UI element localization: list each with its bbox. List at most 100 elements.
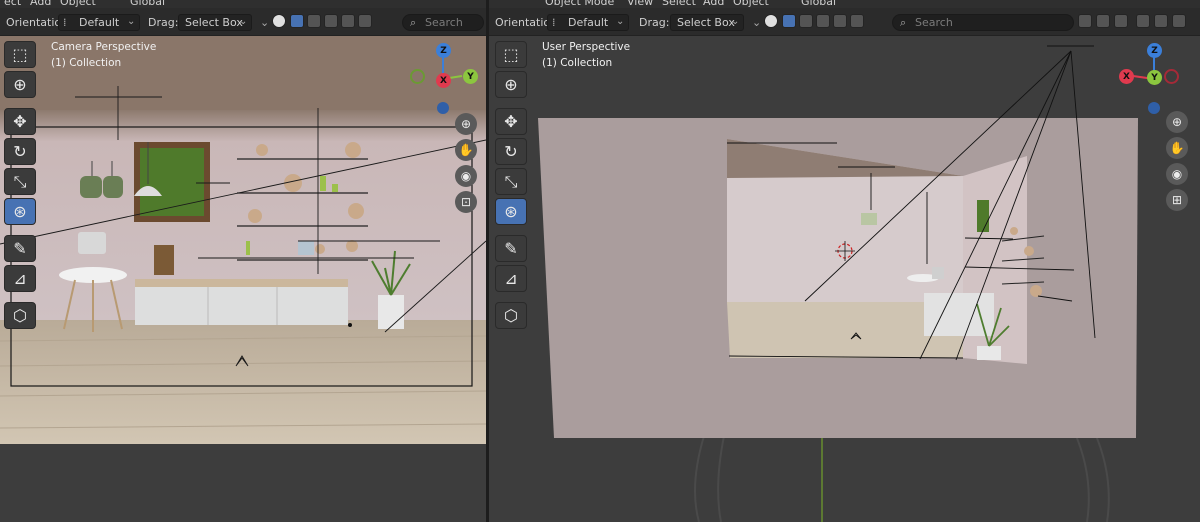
restrict-toggle-icon[interactable] <box>1154 14 1168 28</box>
camera-viewport[interactable]: Camera Perspective (1) Collection ⬚ ⊕ ✥ … <box>0 36 486 522</box>
transform-orientation-dropdown[interactable]: Global <box>801 0 836 8</box>
tool-settings-bar: Orientation: ⁞ Default ⌄ Drag: Select Bo… <box>489 8 1200 36</box>
viewport-collection-label: (1) Collection <box>542 57 613 69</box>
zoom-icon[interactable]: ⊕ <box>455 113 477 135</box>
measure-icon[interactable]: ⊿ <box>4 265 36 292</box>
viewport-title: Camera Perspective <box>51 41 157 53</box>
navigation-gizmo[interactable]: Z X Y <box>1119 42 1179 122</box>
annotate-icon[interactable]: ✎ <box>4 235 36 262</box>
camera-view-icon[interactable]: ◉ <box>1166 163 1188 185</box>
select-menu[interactable]: Select <box>662 0 696 8</box>
orientation-dropdown[interactable]: ⁞ Default ⌄ <box>58 14 140 31</box>
shield-icon[interactable] <box>1172 14 1186 28</box>
select-mode-subtract-icon[interactable] <box>324 14 338 28</box>
transform-icon[interactable]: ⊛ <box>4 198 36 225</box>
camera-view-icon[interactable]: ◉ <box>455 165 477 187</box>
gizmo-y-axis[interactable]: Y <box>1147 70 1162 85</box>
gizmo-neg-x-axis[interactable] <box>1164 69 1179 84</box>
transform-orientation-dropdown[interactable]: Global <box>130 0 165 8</box>
zoom-icon[interactable]: ⊕ <box>1166 111 1188 133</box>
header-bar: ect Add Object Global <box>0 0 486 8</box>
arrow-icon[interactable] <box>1114 14 1128 28</box>
add-menu[interactable]: Add <box>30 0 51 8</box>
gizmo-toggle-icon[interactable] <box>272 14 286 28</box>
measure-icon[interactable]: ⊿ <box>495 265 527 292</box>
viewport-collection-label: (1) Collection <box>51 57 122 69</box>
rotate-icon[interactable]: ↻ <box>495 138 527 165</box>
search-icon: ⌕ <box>410 16 417 29</box>
search-input[interactable]: ⌕ Search <box>402 14 484 31</box>
tool-shelf: ⬚ ⊕ ✥ ↻ ⤡ ⊛ ✎ ⊿ ⬡ <box>4 41 36 329</box>
select-mode-invert-icon[interactable] <box>341 14 355 28</box>
select-box-icon[interactable]: ⬚ <box>495 41 527 68</box>
select-mode-new-icon[interactable] <box>782 14 796 28</box>
mode-dropdown[interactable]: Object Mode <box>545 0 614 8</box>
search-placeholder: Search <box>915 16 953 29</box>
filter-icon[interactable] <box>1136 14 1150 28</box>
add-cube-icon[interactable]: ⬡ <box>495 302 527 329</box>
select-menu[interactable]: ect <box>4 0 21 8</box>
select-mode-new-icon[interactable] <box>290 14 304 28</box>
orientation-value: Default <box>568 16 609 29</box>
tool-shelf: ⬚ ⊕ ✥ ↻ ⤡ ⊛ ✎ ⊿ ⬡ <box>495 41 527 329</box>
chevron-down-icon: ⌄ <box>731 16 740 27</box>
user-perspective-viewport[interactable]: User Perspective (1) Collection ⬚ ⊕ ✥ ↻ … <box>489 36 1200 522</box>
move-icon[interactable]: ✥ <box>4 108 36 135</box>
gizmo-neg-z-axis[interactable] <box>437 102 449 114</box>
pan-hand-icon[interactable]: ✋ <box>455 139 477 161</box>
right-3d-viewport-editor: Object Mode View Select Add Object Globa… <box>489 0 1200 522</box>
orientation-axes-icon: ⁞ <box>63 16 67 29</box>
chevron-down-icon[interactable]: ⌄ <box>752 16 761 29</box>
gizmo-y-axis[interactable]: Y <box>463 69 478 84</box>
select-mode-invert-icon[interactable] <box>833 14 847 28</box>
select-box-icon[interactable]: ⬚ <box>4 41 36 68</box>
gizmo-toggle-icon[interactable] <box>764 14 778 28</box>
add-cube-icon[interactable]: ⬡ <box>4 302 36 329</box>
drag-value: Select Box <box>677 16 735 29</box>
drag-dropdown[interactable]: Select Box ⌄ <box>670 14 744 31</box>
grid-toggle-icon[interactable]: ⊞ <box>1166 189 1188 211</box>
select-mode-intersect-icon[interactable] <box>850 14 864 28</box>
header-bar: Object Mode View Select Add Object Globa… <box>489 0 1200 8</box>
navigation-gizmo[interactable]: Z Y X <box>410 42 478 122</box>
scale-icon[interactable]: ⤡ <box>4 168 36 195</box>
select-mode-extend-icon[interactable] <box>799 14 813 28</box>
gizmo-neg-y-axis[interactable] <box>410 69 425 84</box>
select-mode-intersect-icon[interactable] <box>358 14 372 28</box>
add-menu[interactable]: Add <box>703 0 724 8</box>
select-mode-extend-icon[interactable] <box>307 14 321 28</box>
bookmark-icon[interactable] <box>1096 14 1110 28</box>
gizmo-x-axis[interactable]: X <box>436 73 451 88</box>
select-mode-subtract-icon[interactable] <box>816 14 830 28</box>
orientation-value: Default <box>79 16 120 29</box>
annotate-icon[interactable]: ✎ <box>495 235 527 262</box>
object-menu[interactable]: Object <box>60 0 96 8</box>
object-menu[interactable]: Object <box>733 0 769 8</box>
rotate-icon[interactable]: ↻ <box>4 138 36 165</box>
viewport-title: User Perspective <box>542 41 631 53</box>
orientation-axes-icon: ⁞ <box>552 16 556 29</box>
tool-settings-bar: Orientation: ⁞ Default ⌄ Drag: Select Bo… <box>0 8 486 36</box>
transform-icon[interactable]: ⊛ <box>495 198 527 225</box>
lock-camera-icon[interactable]: ⊡ <box>455 191 477 213</box>
view-menu[interactable]: View <box>627 0 653 8</box>
cursor-icon[interactable]: ⊕ <box>4 71 36 98</box>
orientation-dropdown[interactable]: ⁞ Default ⌄ <box>547 14 629 31</box>
chevron-down-icon: ⌄ <box>239 16 248 27</box>
move-icon[interactable]: ✥ <box>495 108 527 135</box>
pan-hand-icon[interactable]: ✋ <box>1166 137 1188 159</box>
scale-icon[interactable]: ⤡ <box>495 168 527 195</box>
chevron-down-icon: ⌄ <box>616 16 625 27</box>
search-input[interactable]: ⌕ Search <box>892 14 1074 31</box>
collapse-icon[interactable] <box>1078 14 1092 28</box>
gizmo-x-axis[interactable]: X <box>1119 69 1134 84</box>
drag-value: Select Box <box>185 16 243 29</box>
gizmo-z-axis[interactable]: Z <box>436 43 451 58</box>
gizmo-z-axis[interactable]: Z <box>1147 43 1162 58</box>
search-placeholder: Search <box>425 16 463 29</box>
cursor-icon[interactable]: ⊕ <box>495 71 527 98</box>
chevron-down-icon[interactable]: ⌄ <box>260 16 269 29</box>
gizmo-neg-z-axis[interactable] <box>1148 102 1160 114</box>
drag-dropdown[interactable]: Select Box ⌄ <box>178 14 252 31</box>
drag-label: Drag: <box>148 16 179 29</box>
